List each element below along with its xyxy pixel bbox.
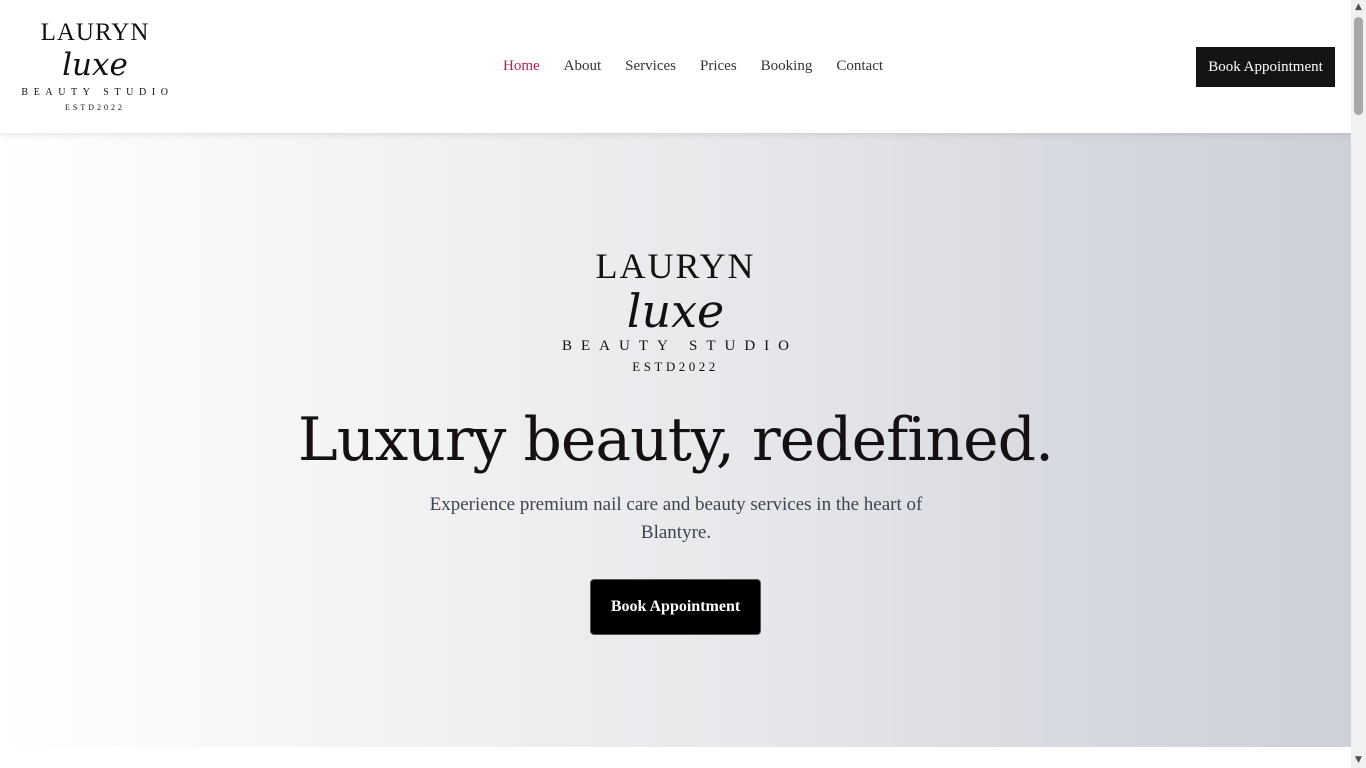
nav-item-prices[interactable]: Prices [700, 57, 737, 75]
logo-script: luxe [62, 47, 128, 83]
scroll-thumb[interactable] [1354, 17, 1363, 115]
main-nav: Home About Services Prices Booking Conta… [503, 57, 907, 75]
logo-established: ESTD2022 [65, 103, 125, 112]
logo-name: LAURYN [40, 19, 150, 46]
next-section-edge [0, 747, 1351, 768]
hero-logo-script: luxe [626, 284, 725, 338]
nav-item-booking[interactable]: Booking [761, 57, 813, 75]
scroll-down-icon[interactable]: ▼ [1351, 753, 1366, 768]
logo-tagline: BEAUTY STUDIO [21, 87, 174, 98]
nav-item-contact[interactable]: Contact [836, 57, 883, 75]
page: LAURYN luxe BEAUTY STUDIO ESTD2022 Home … [0, 0, 1366, 768]
vertical-scrollbar[interactable]: ▲ ▼ [1351, 0, 1366, 768]
hero-logo-tagline: BEAUTY STUDIO [561, 338, 799, 354]
hero-headline: Luxury beauty, redefined. [297, 405, 1054, 475]
scroll-up-icon[interactable]: ▲ [1351, 0, 1366, 15]
hero-logo-established: ESTD2022 [632, 359, 719, 374]
hero-section: LAURYN luxe BEAUTY STUDIO ESTD2022 Luxur… [0, 133, 1351, 747]
nav-item-services[interactable]: Services [625, 57, 676, 75]
hero-logo-name: LAURYN [595, 246, 756, 286]
nav-item-about[interactable]: About [564, 57, 602, 75]
hero-book-appointment-button[interactable]: Book Appointment [590, 579, 761, 635]
site-header: LAURYN luxe BEAUTY STUDIO ESTD2022 Home … [0, 0, 1351, 133]
nav-item-home[interactable]: Home [503, 57, 540, 75]
hero-subtext: Experience premium nail care and beauty … [429, 494, 923, 543]
header-book-appointment-button[interactable]: Book Appointment [1196, 47, 1335, 87]
header-logo[interactable]: LAURYN luxe BEAUTY STUDIO ESTD2022 [14, 18, 176, 113]
